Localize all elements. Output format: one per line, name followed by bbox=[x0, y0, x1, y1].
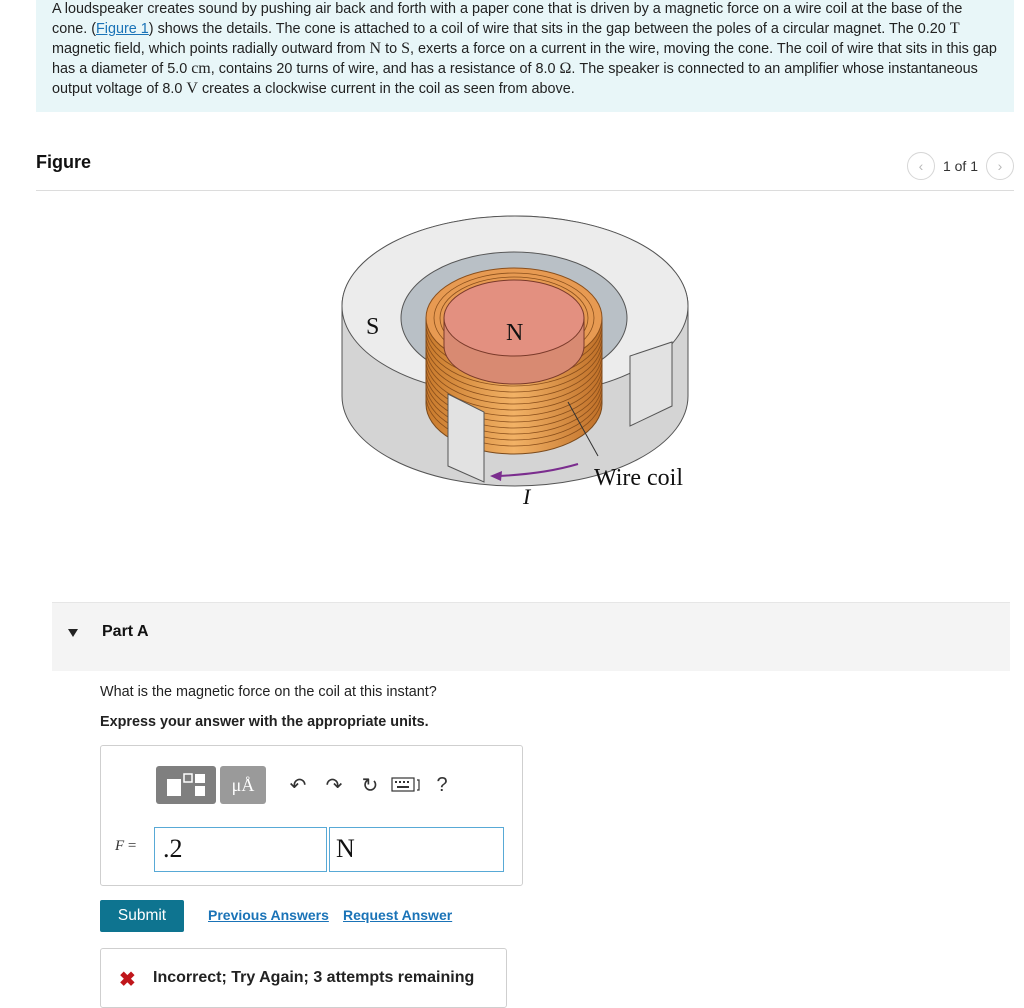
request-answer-link[interactable]: Request Answer bbox=[343, 907, 452, 923]
problem-text: to bbox=[381, 41, 402, 57]
part-a-header[interactable]: Part A bbox=[52, 602, 1010, 671]
symbol-tesla: T bbox=[949, 20, 960, 37]
redo-icon[interactable]: ↷ bbox=[316, 766, 352, 804]
problem-text: magnetic field, which points radially ou… bbox=[52, 41, 370, 57]
label-wire-coil: Wire coil bbox=[594, 465, 683, 491]
problem-text: creates a clockwise current in the coil … bbox=[197, 81, 575, 97]
problem-text: , contains 20 turns of wire, and has a r… bbox=[210, 61, 560, 77]
undo-icon[interactable]: ↶ bbox=[280, 766, 316, 804]
reset-icon[interactable]: ↻ bbox=[352, 766, 388, 804]
label-current: I bbox=[522, 484, 532, 509]
help-button[interactable]: ? bbox=[424, 766, 460, 804]
previous-answers-link[interactable]: Previous Answers bbox=[208, 907, 329, 923]
answer-panel: μÅ ↶ ↷ ↻ ? F = .2 N bbox=[100, 745, 523, 886]
pager-count: 1 of 1 bbox=[942, 158, 978, 174]
problem-text: ) shows the details. The cone is attache… bbox=[148, 21, 950, 37]
answer-value-input[interactable]: .2 bbox=[154, 827, 327, 872]
figure-header: Figure ‹ 1 of 1 › bbox=[36, 152, 1014, 191]
magnet-coil-diagram: S N Wire coil I bbox=[341, 215, 689, 509]
answer-variable-label: F = bbox=[115, 838, 137, 854]
symbol-south: S bbox=[401, 40, 411, 57]
question-text: What is the magnetic force on the coil a… bbox=[100, 684, 437, 700]
instruction-text: Express your answer with the appropriate… bbox=[100, 714, 429, 730]
symbol-ohm: Ω bbox=[559, 60, 572, 77]
chevron-left-icon: ‹ bbox=[918, 158, 924, 174]
answer-unit-input[interactable]: N bbox=[329, 827, 504, 872]
next-figure-button[interactable]: › bbox=[986, 152, 1014, 180]
templates-icon bbox=[167, 773, 205, 796]
templates-button[interactable] bbox=[156, 766, 216, 804]
loudspeaker-figure: S N Wire coil I bbox=[330, 206, 720, 526]
units-button[interactable]: μÅ bbox=[220, 766, 266, 804]
problem-statement: A loudspeaker creates sound by pushing a… bbox=[36, 0, 1014, 112]
prev-figure-button[interactable]: ‹ bbox=[906, 152, 935, 180]
label-north: N bbox=[506, 320, 523, 346]
caret-down-icon[interactable] bbox=[68, 629, 78, 637]
symbol-volt: V bbox=[186, 80, 198, 97]
figure-pager: ‹ 1 of 1 › bbox=[906, 152, 1014, 180]
part-title: Part A bbox=[102, 623, 149, 640]
symbol-north: N bbox=[369, 40, 382, 57]
chevron-right-icon: › bbox=[997, 158, 1003, 174]
error-x-icon: ✖ bbox=[119, 969, 136, 991]
figure-title: Figure bbox=[36, 152, 92, 172]
symbol-cm: cm bbox=[191, 60, 211, 77]
submit-button[interactable]: Submit bbox=[100, 900, 184, 932]
math-toolbar: μÅ ↶ ↷ ↻ ? bbox=[156, 766, 460, 804]
keyboard-icon[interactable] bbox=[388, 766, 424, 804]
feedback-text: Incorrect; Try Again; 3 attempts remaini… bbox=[153, 969, 475, 986]
feedback-box: ✖ Incorrect; Try Again; 3 attempts remai… bbox=[100, 948, 507, 1008]
figure-link[interactable]: Figure 1 bbox=[96, 21, 149, 37]
label-south: S bbox=[366, 314, 379, 340]
